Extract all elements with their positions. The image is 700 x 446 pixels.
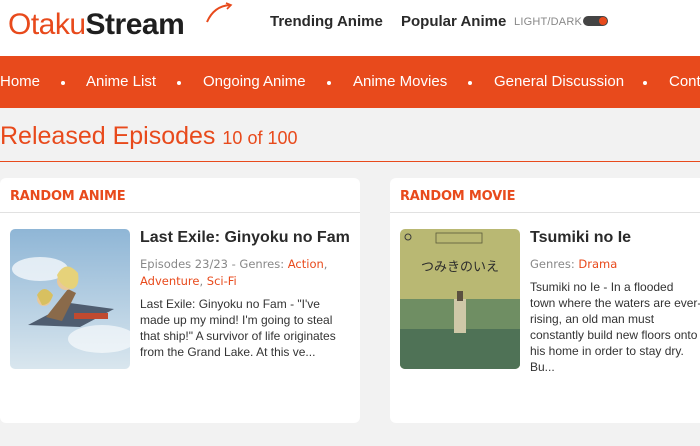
random-movie-thumbnail[interactable]: つみきのいえ <box>400 229 520 369</box>
genre-link-scifi[interactable]: Sci-Fi <box>207 274 237 288</box>
random-movie-title[interactable]: Tsumiki no Ie <box>530 229 700 247</box>
random-anime-thumbnail[interactable] <box>10 229 130 369</box>
main-nav: Home Anime List Ongoing Anime Anime Movi… <box>0 56 700 108</box>
genres-label: Genres: <box>530 257 575 271</box>
random-movie-heading: RANDOM MOVIE <box>400 189 516 204</box>
nav-item-home[interactable]: Home <box>0 73 40 90</box>
genre-separator: , <box>323 257 328 271</box>
nav-item-contact[interactable]: Cont <box>669 73 700 90</box>
random-movie-meta: Genres: Drama <box>530 256 700 273</box>
random-movie-info: Tsumiki no Ie Genres: Drama Tsumiki no I… <box>530 229 700 375</box>
logo-otaku-text: Otaku <box>8 8 86 41</box>
movie-poster-image: つみきのいえ <box>400 229 520 369</box>
nav-separator <box>61 81 65 85</box>
nav-separator <box>327 81 331 85</box>
site-logo[interactable]: Otaku Stream <box>8 2 185 42</box>
random-anime-header: RANDOM ANIME <box>0 178 360 213</box>
random-anime-description: Last Exile: Ginyoku no Fam - "I've made … <box>140 297 336 359</box>
logo-stream-text: Stream <box>85 8 185 41</box>
random-anime-meta: Episodes 23/23 - Genres: Action, Adventu… <box>140 256 352 290</box>
episodes-genres-label: Episodes 23/23 - Genres: <box>140 257 285 271</box>
genre-link-drama[interactable]: Drama <box>578 257 617 271</box>
random-movie-description: Tsumiki no Ie - In a flooded town where … <box>530 280 700 374</box>
popular-anime-link[interactable]: Popular Anime <box>401 13 506 30</box>
released-episodes-header: Released Episodes 10 of 100 <box>0 122 298 151</box>
anime-poster-image <box>10 229 130 369</box>
genre-link-action[interactable]: Action <box>288 257 324 271</box>
random-anime-title[interactable]: Last Exile: Ginyoku no Fam <box>140 229 352 247</box>
random-anime-heading: RANDOM ANIME <box>10 189 126 204</box>
logo-arc-icon <box>206 2 233 23</box>
random-anime-card: RANDOM ANIME Last Exile: Ginyoku no Fam <box>0 178 360 423</box>
genre-separator: , <box>199 274 207 288</box>
toggle-knob <box>599 17 607 25</box>
nav-item-ongoing-anime[interactable]: Ongoing Anime <box>203 73 306 90</box>
movie-poster-title: つみきのいえ <box>421 260 499 275</box>
nav-item-general-discussion[interactable]: General Discussion <box>494 73 624 90</box>
nav-item-anime-movies[interactable]: Anime Movies <box>353 73 447 90</box>
episode-count: 10 of 100 <box>222 128 298 148</box>
trending-anime-link[interactable]: Trending Anime <box>270 13 383 30</box>
random-movie-header: RANDOM MOVIE <box>390 178 700 213</box>
section-title: Released Episodes <box>0 122 216 150</box>
genre-link-adventure[interactable]: Adventure <box>140 274 199 288</box>
section-divider <box>0 161 700 162</box>
nav-separator <box>177 81 181 85</box>
top-header: Otaku Stream Trending Anime Popular Anime… <box>0 0 700 56</box>
nav-separator <box>643 81 647 85</box>
random-anime-info: Last Exile: Ginyoku no Fam Episodes 23/2… <box>140 229 352 360</box>
theme-toggle-label: LIGHT/DARK <box>514 16 583 28</box>
theme-toggle-switch[interactable] <box>583 16 608 26</box>
random-movie-card: RANDOM MOVIE つみきのいえ Tsumiki no Ie Genres… <box>390 178 700 423</box>
nav-separator <box>468 81 472 85</box>
nav-item-anime-list[interactable]: Anime List <box>86 73 156 90</box>
